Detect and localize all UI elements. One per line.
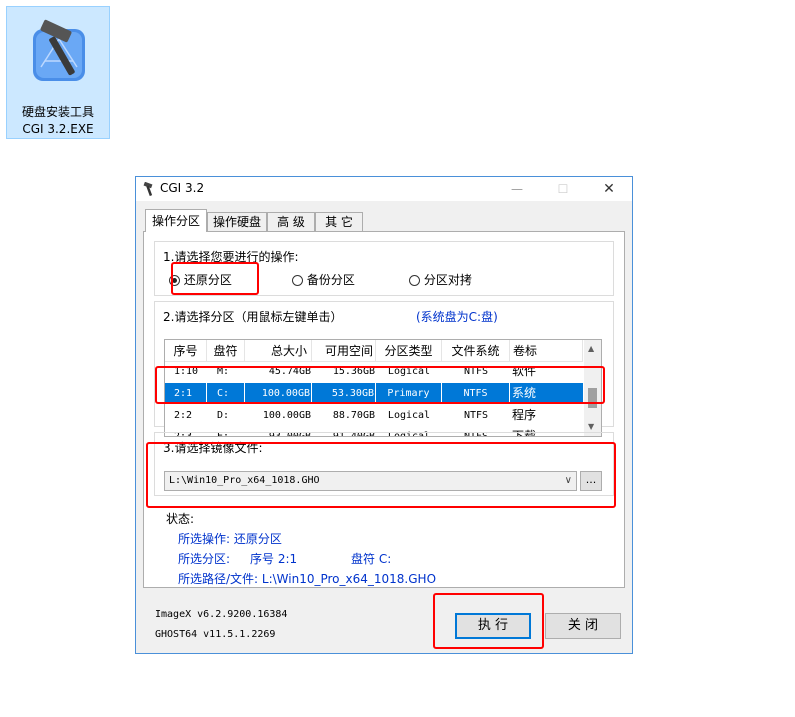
cgi-window: CGI 3.2 — ☐ ✕ 操作分区 操作硬盘 高 级 其 它 1.请选择您要进… xyxy=(135,176,633,654)
tab-other[interactable]: 其 它 xyxy=(315,212,363,231)
cell-type: Logical xyxy=(387,410,431,421)
column-header-drive[interactable]: 盘符 xyxy=(207,340,245,362)
radio-backup-label: 备份分区 xyxy=(306,273,355,287)
scroll-down-icon[interactable]: ▼ xyxy=(588,422,594,431)
status-operation: 所选操作: 还原分区 xyxy=(178,532,282,546)
cell-index: 2:2 xyxy=(174,410,193,421)
status-partition-drive: 盘符 C: xyxy=(351,552,392,566)
radio-copy[interactable]: 分区对拷 xyxy=(409,271,472,288)
highlight-box-partition xyxy=(155,366,605,404)
column-header-fs[interactable]: 文件系统 xyxy=(442,340,510,362)
title-bar[interactable]: CGI 3.2 — ☐ ✕ xyxy=(136,177,632,201)
radio-copy-indicator[interactable] xyxy=(409,275,420,286)
desktop-icon-label-line2: CGI 3.2.EXE xyxy=(22,122,94,136)
column-header-type[interactable]: 分区类型 xyxy=(376,340,442,362)
radio-backup[interactable]: 备份分区 xyxy=(292,271,355,288)
app-icon xyxy=(142,181,156,197)
highlight-box-image-file xyxy=(146,442,616,508)
hammer-app-icon xyxy=(21,17,97,93)
cell-free: 88.70GB xyxy=(332,410,375,421)
close-button[interactable]: 关 闭 xyxy=(545,613,621,639)
status-label: 状态: xyxy=(166,512,195,526)
window-title: CGI 3.2 xyxy=(160,181,205,195)
table-row[interactable]: 2:2 D: 100.00GB 88.70GB Logical NTFS 程序 xyxy=(165,405,583,426)
cell-drive: D: xyxy=(217,410,230,421)
column-header-label[interactable]: 卷标 xyxy=(510,340,583,362)
partition-label: 2.请选择分区（用鼠标左键单击） xyxy=(163,310,343,324)
column-header-free[interactable]: 可用空间 xyxy=(312,340,376,362)
status-path: 所选路径/文件: L:\Win10_Pro_x64_1018.GHO xyxy=(178,572,437,586)
cell-size: 100.00GB xyxy=(262,410,311,421)
column-header-size[interactable]: 总大小 xyxy=(245,340,312,362)
desktop-icon-cgi[interactable]: 硬盘安装工具 CGI 3.2.EXE xyxy=(6,6,110,139)
ghost-version: GHOST64 v11.5.1.2269 xyxy=(155,629,276,640)
maximize-button[interactable]: ☐ xyxy=(540,177,586,201)
imagex-version: ImageX v6.2.9200.16384 xyxy=(155,609,288,620)
close-window-button[interactable]: ✕ xyxy=(586,177,632,201)
cell-fs: NTFS xyxy=(463,410,489,421)
status-partition-seq: 序号 2:1 xyxy=(250,552,298,566)
tab-advanced[interactable]: 高 级 xyxy=(267,212,315,231)
scroll-up-icon[interactable]: ▲ xyxy=(588,344,594,353)
minimize-button[interactable]: — xyxy=(494,177,540,201)
system-drive-hint: (系统盘为C:盘) xyxy=(416,310,498,324)
radio-copy-label: 分区对拷 xyxy=(423,273,472,287)
tab-disk[interactable]: 操作硬盘 xyxy=(207,212,267,231)
highlight-box-restore xyxy=(171,262,259,295)
status-partition-prefix: 所选分区: xyxy=(178,552,231,566)
radio-backup-indicator[interactable] xyxy=(292,275,303,286)
highlight-box-execute xyxy=(433,593,544,649)
desktop-icon-label-line1: 硬盘安装工具 xyxy=(21,105,94,119)
tab-partition[interactable]: 操作分区 xyxy=(145,209,207,232)
column-header-index[interactable]: 序号 xyxy=(165,340,207,362)
cell-label: 程序 xyxy=(512,408,537,422)
